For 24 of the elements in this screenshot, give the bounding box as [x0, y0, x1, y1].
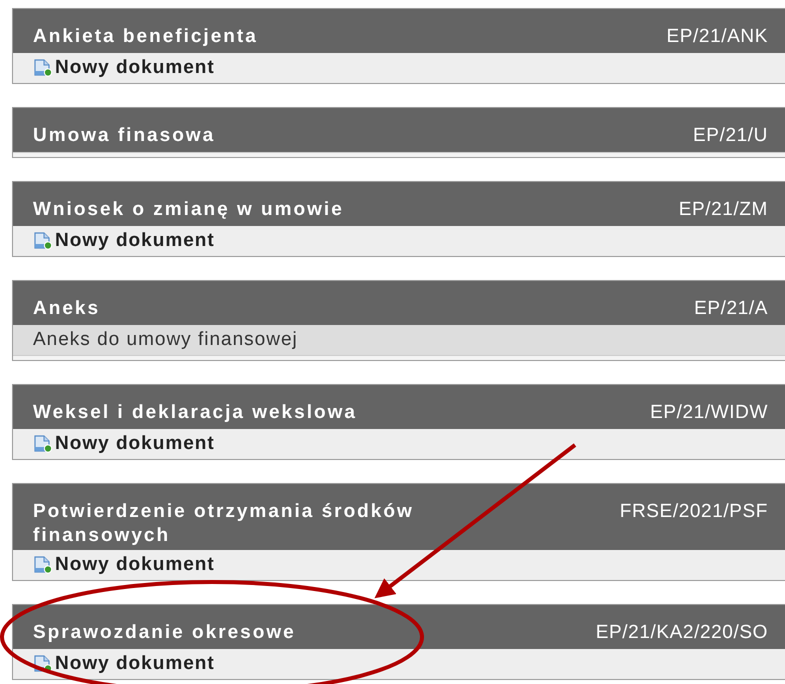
document-code: EP/21/WIDW: [650, 401, 768, 425]
new-document-icon: [33, 232, 53, 250]
new-document-link[interactable]: Nowy dokument: [33, 230, 215, 252]
panel-title: Ankieta beneficjenta: [33, 25, 258, 49]
panel-description: Aneks do umowy finansowej: [13, 325, 785, 355]
document-code: EP/21/ANK: [666, 25, 768, 49]
document-code: EP/21/A: [694, 297, 768, 321]
document-code: FRSE/2021/PSF: [620, 500, 768, 524]
new-document-icon: [33, 59, 53, 77]
panel-title: Potwierdzenie otrzymania środków finansowych: [33, 500, 415, 548]
new-document-link[interactable]: Nowy dokument: [33, 433, 215, 455]
panel-title: Weksel i deklaracja wekslowa: [33, 401, 357, 425]
panel-title: Wniosek o zmianę w umowie: [33, 198, 344, 222]
new-document-link[interactable]: Nowy dokument: [33, 554, 215, 576]
new-document-link[interactable]: Nowy dokument: [33, 57, 215, 79]
document-code: EP/21/ZM: [678, 198, 768, 222]
document-code: EP/21/U: [693, 124, 768, 148]
new-document-link[interactable]: Nowy dokument: [33, 653, 215, 675]
new-document-icon: [33, 556, 53, 574]
panel-title: Sprawozdanie okresowe: [33, 621, 296, 645]
panel-title: Umowa finasowa: [33, 124, 216, 148]
new-document-icon: [33, 435, 53, 453]
panel-title: Aneks: [33, 297, 100, 321]
document-code: EP/21/KA2/220/SO: [596, 621, 768, 645]
